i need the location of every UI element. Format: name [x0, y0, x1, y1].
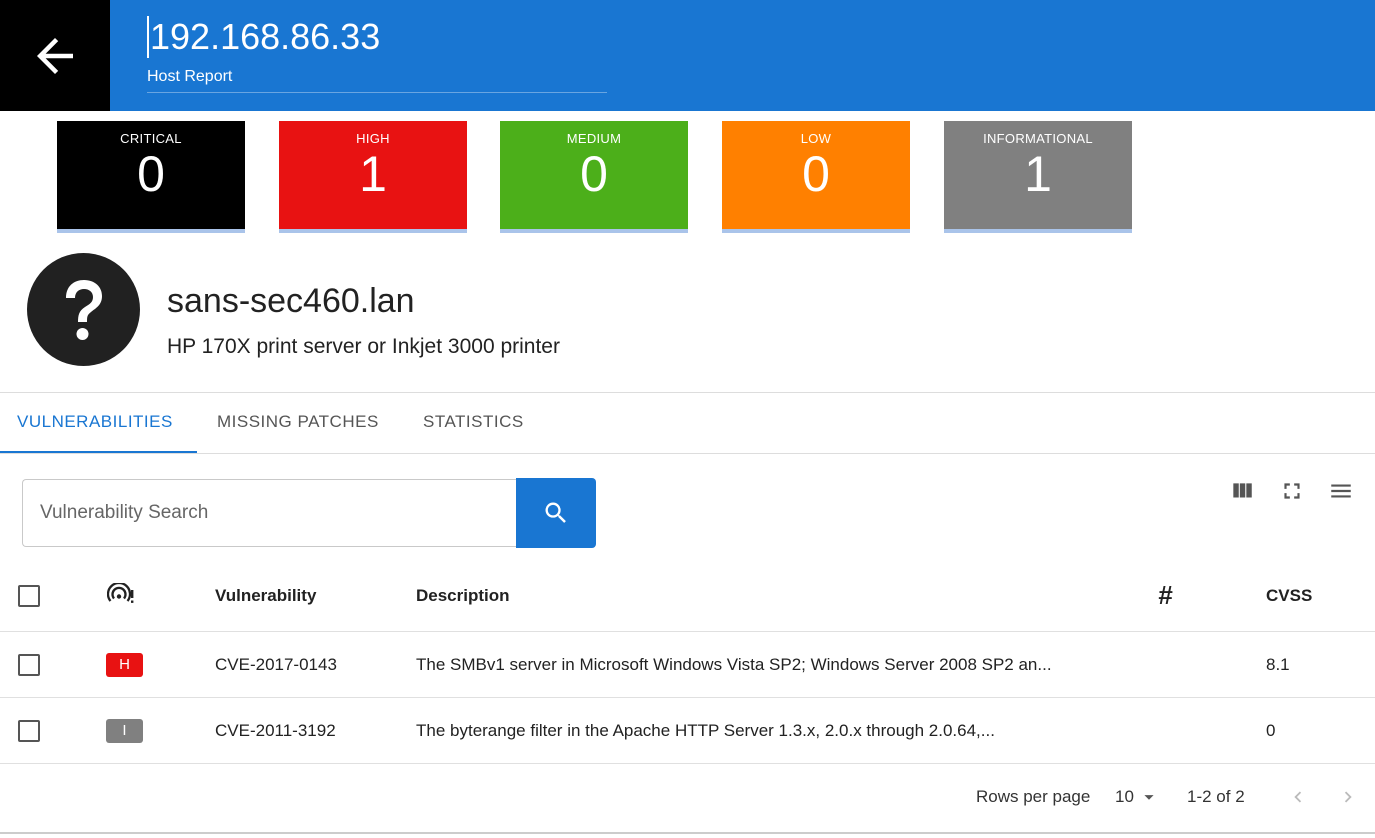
pagination-range: 1-2 of 2: [1187, 787, 1245, 806]
rows-per-page-value: 10: [1115, 787, 1134, 806]
vulnerability-description: The byterange filter in the Apache HTTP …: [416, 720, 995, 740]
rows-per-page-select[interactable]: 10: [1115, 764, 1160, 830]
menu-icon[interactable]: [1328, 478, 1354, 504]
host-ip[interactable]: 192.168.86.33: [147, 16, 380, 58]
tab-bar: VULNERABILITIES MISSING PATCHES STATISTI…: [0, 393, 1375, 454]
table-row[interactable]: H CVE-2017-0143 The SMBv1 server in Micros…: [0, 632, 1375, 698]
question-mark-icon: [65, 279, 102, 340]
search-icon: [545, 502, 566, 523]
severity-card-critical[interactable]: CRITICAL 0: [57, 121, 245, 233]
tab-statistics[interactable]: STATISTICS: [406, 393, 541, 451]
vulnerability-description: The SMBv1 server in Microsoft Windows Vi…: [416, 654, 1052, 674]
severity-card-medium[interactable]: MEDIUM 0: [500, 121, 688, 233]
search-button[interactable]: [516, 478, 596, 548]
arrow-back-icon: [37, 37, 73, 74]
hostname: sans-sec460.lan: [167, 282, 415, 320]
severity-card-count: 1: [359, 146, 387, 202]
severity-badge: H: [106, 652, 143, 677]
row-checkbox[interactable]: [18, 653, 40, 676]
back-button[interactable]: [0, 0, 110, 111]
severity-card-count: 0: [802, 146, 830, 202]
severity-badge: I: [106, 718, 143, 743]
dropdown-arrow-icon: [1144, 795, 1154, 800]
severity-card-count: 0: [137, 146, 165, 202]
fullscreen-icon[interactable]: [1279, 478, 1305, 504]
severity-card-low[interactable]: LOW 0: [722, 121, 910, 233]
column-cvss[interactable]: CVSS: [1266, 560, 1312, 631]
table-row[interactable]: I CVE-2011-3192 The byterange filter in th…: [0, 698, 1375, 764]
severity-card-high[interactable]: HIGH 1: [279, 121, 467, 233]
host-title-field[interactable]: 192.168.86.33 Host Report: [147, 14, 607, 93]
chevron-right-icon: [1344, 791, 1352, 803]
app-header: 192.168.86.33 Host Report: [0, 0, 1375, 111]
severity-card-count: 0: [580, 146, 608, 202]
os-description: HP 170X print server or Inkjet 3000 prin…: [167, 335, 560, 358]
vulnerability-id: CVE-2011-3192: [215, 720, 336, 740]
severity-card-label: MEDIUM: [566, 131, 622, 146]
rows-per-page-label: Rows per page: [976, 787, 1091, 806]
previous-page-button[interactable]: [1287, 764, 1309, 830]
search-box: [22, 479, 516, 547]
severity-card-informational[interactable]: INFORMATIONAL 1: [944, 121, 1132, 233]
severity-card-label: CRITICAL: [120, 131, 182, 146]
cvss-score: 8.1: [1266, 654, 1290, 674]
table-header: Vulnerability Description # CVSS: [0, 560, 1375, 632]
cvss-score: 0: [1266, 720, 1276, 740]
row-checkbox[interactable]: [18, 719, 40, 742]
pagination-bar: Rows per page 10 1-2 of 2: [0, 764, 1375, 830]
vulnerability-id: CVE-2017-0143: [215, 654, 337, 674]
severity-card-label: LOW: [800, 131, 832, 146]
host-avatar: [27, 253, 140, 366]
next-page-button[interactable]: [1337, 764, 1359, 830]
search-input[interactable]: [23, 480, 516, 546]
wifi-alert-icon: [107, 582, 134, 603]
bottom-divider: [0, 832, 1375, 834]
view-columns-icon[interactable]: [1229, 478, 1255, 504]
chevron-left-icon: [1294, 791, 1302, 803]
severity-column-header[interactable]: [107, 560, 135, 631]
column-vulnerability[interactable]: Vulnerability: [215, 560, 316, 631]
column-count[interactable]: #: [1158, 560, 1172, 631]
tab-missing-patches[interactable]: MISSING PATCHES: [200, 393, 396, 451]
column-description[interactable]: Description: [416, 560, 510, 631]
host-report-label: Host Report: [147, 68, 233, 85]
severity-card-label: HIGH: [356, 131, 390, 146]
select-all-checkbox[interactable]: [18, 584, 40, 607]
severity-card-label: INFORMATIONAL: [983, 131, 1093, 146]
tab-vulnerabilities[interactable]: VULNERABILITIES: [0, 393, 197, 453]
severity-card-count: 1: [1024, 146, 1052, 202]
